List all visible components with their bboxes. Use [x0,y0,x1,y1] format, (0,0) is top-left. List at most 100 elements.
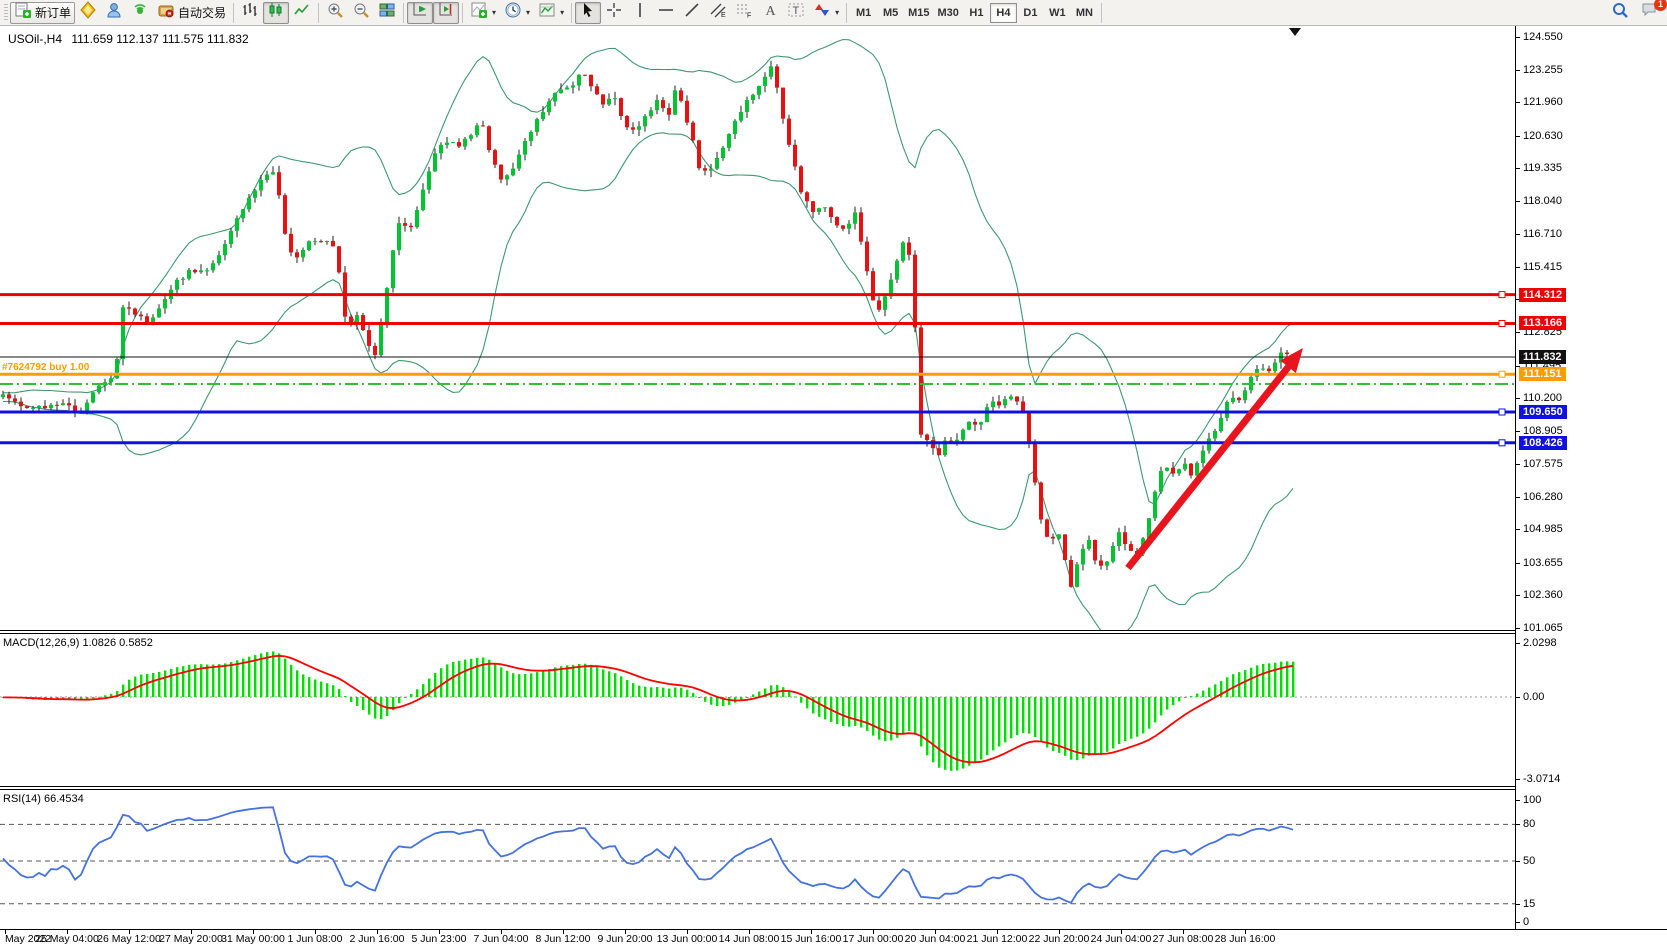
auto-scroll-button[interactable] [407,2,433,24]
axis-tick-mark [1516,529,1520,530]
bar-chart-icon [241,1,259,24]
axis-tick-label: 101.065 [1523,622,1563,634]
channel-button[interactable]: E [705,2,731,24]
trendline-button[interactable] [679,2,705,24]
resistance-line-1-price-label[interactable]: 114.312 [1519,288,1566,302]
timeframe-button-M30[interactable]: M30 [934,3,963,23]
axis-tick-label: 116.710 [1523,228,1562,240]
indicators-icon [470,1,488,24]
fibonacci-icon: F [735,1,753,24]
chevron-down-icon[interactable]: ▾ [835,8,839,17]
candlestick-icon [267,1,285,24]
rsi-indicator-canvas[interactable] [0,790,1515,929]
zoom-in-button[interactable] [322,2,348,24]
notifications-button[interactable]: 1 [1637,2,1663,24]
vertical-line-button[interactable] [627,2,653,24]
periods-icon [504,1,522,24]
signals-button[interactable] [127,2,153,24]
timeframe-button-D1[interactable]: D1 [1017,3,1044,23]
arrows-icon [813,1,831,24]
periods-button[interactable]: ▾ [500,2,534,24]
time-tick-label: 9 Jun 20:00 [598,933,653,945]
support-line-1-price-label[interactable]: 109.650 [1519,405,1567,419]
zoom-out-button[interactable] [348,2,374,24]
bid-price-line-price-label[interactable]: 111.832 [1519,350,1566,364]
time-tick-label: 21 Jun 12:00 [967,933,1028,945]
price-chart-canvas[interactable] [0,26,1515,630]
axis-tick-mark [1516,431,1520,432]
chevron-down-icon[interactable]: ▾ [560,8,564,17]
text-label-icon: T [787,1,805,24]
order-open-line-price-label[interactable]: 111.151 [1519,367,1566,381]
toolbar-separator [403,3,404,23]
bar-chart-button[interactable] [237,2,263,24]
order-line-label: #7624792 buy 1.00 [2,362,89,373]
toolbar-separator [846,3,847,23]
templates-button[interactable]: ▾ [534,2,568,24]
timeframe-button-MN[interactable]: MN [1071,3,1098,23]
axis-tick-label: 124.550 [1523,31,1563,43]
line-chart-button[interactable] [289,2,315,24]
toolbar-separator [571,3,572,23]
support-line-2-price-label[interactable]: 108.426 [1519,436,1567,450]
timeframe-button-M15[interactable]: M15 [904,3,933,23]
axis-tick-label: 0.00 [1523,691,1544,703]
text-icon: A [761,1,779,24]
crosshair-icon [605,1,623,24]
arrows-button[interactable]: ▾ [809,2,843,24]
axis-tick-mark [1516,37,1520,38]
main-toolbar: 新订单 自动交易 ▾ ▾ ▾ E FAT ▾ M1M5M15M30H1H4D1W1MN 1 [0,0,1667,26]
trendline-icon [683,1,701,24]
time-tick-label: 7 Jun 04:00 [474,933,529,945]
indicators-button[interactable]: ▾ [466,2,500,24]
rsi-label: RSI(14) 66.4534 [3,793,84,805]
new-order-icon [14,1,32,24]
chart-shift-button[interactable] [433,2,459,24]
macd-indicator-canvas[interactable] [0,634,1515,786]
cursor-button[interactable] [575,2,601,24]
timeframe-button-M5[interactable]: M5 [877,3,904,23]
toolbar-separator [318,3,319,23]
timeframe-button-H1[interactable]: H1 [963,3,990,23]
editor-button[interactable] [75,2,101,24]
new-order-label: 新订单 [35,4,71,21]
chevron-down-icon[interactable]: ▾ [526,8,530,17]
zoom-out-icon [352,1,370,24]
auto-scroll-icon [411,1,429,24]
toolbar-grip[interactable] [4,4,8,22]
text-label-button[interactable]: T [783,2,809,24]
search-icon [1611,1,1629,24]
text-button[interactable]: A [757,2,783,24]
crosshair-button[interactable] [601,2,627,24]
time-axis[interactable]: May 202225 May 04:0026 May 12:0027 May 2… [0,929,1667,944]
timeframe-button-M1[interactable]: M1 [850,3,877,23]
channel-icon: E [709,1,727,24]
axis-tick-mark [1516,595,1520,596]
price-axis[interactable]: 124.550123.255121.960120.630119.335118.0… [1516,26,1667,929]
macd-label: MACD(12,26,9) 1.0826 0.5852 [3,637,153,649]
horizontal-line-button[interactable] [653,2,679,24]
fibonacci-button[interactable]: F [731,2,757,24]
axis-tick-mark [1516,168,1520,169]
new-order-button[interactable]: 新订单 [10,2,75,24]
axis-tick-label: 50 [1523,855,1535,867]
timeframe-button-H4[interactable]: H4 [990,3,1017,23]
timeframe-button-W1[interactable]: W1 [1044,3,1071,23]
tile-windows-button[interactable] [374,2,400,24]
axis-tick-label: 115.415 [1523,261,1562,273]
svg-text:E: E [721,12,726,19]
account-button[interactable] [101,2,127,24]
axis-tick-mark [1516,628,1520,629]
chevron-down-icon[interactable]: ▾ [492,8,496,17]
axis-tick-mark [1516,861,1520,862]
auto-trading-label: 自动交易 [178,4,226,21]
time-tick-label: 27 May 20:00 [159,933,223,945]
auto-trading-button[interactable]: 自动交易 [153,2,230,24]
time-tick-label: 2 Jun 16:00 [350,933,405,945]
axis-tick-mark [1516,497,1520,498]
time-tick-label: 14 Jun 08:00 [719,933,780,945]
search-button[interactable] [1607,2,1633,24]
resistance-line-2-price-label[interactable]: 113.166 [1519,316,1566,330]
candlestick-button[interactable] [263,2,289,24]
axis-tick-mark [1516,922,1520,923]
